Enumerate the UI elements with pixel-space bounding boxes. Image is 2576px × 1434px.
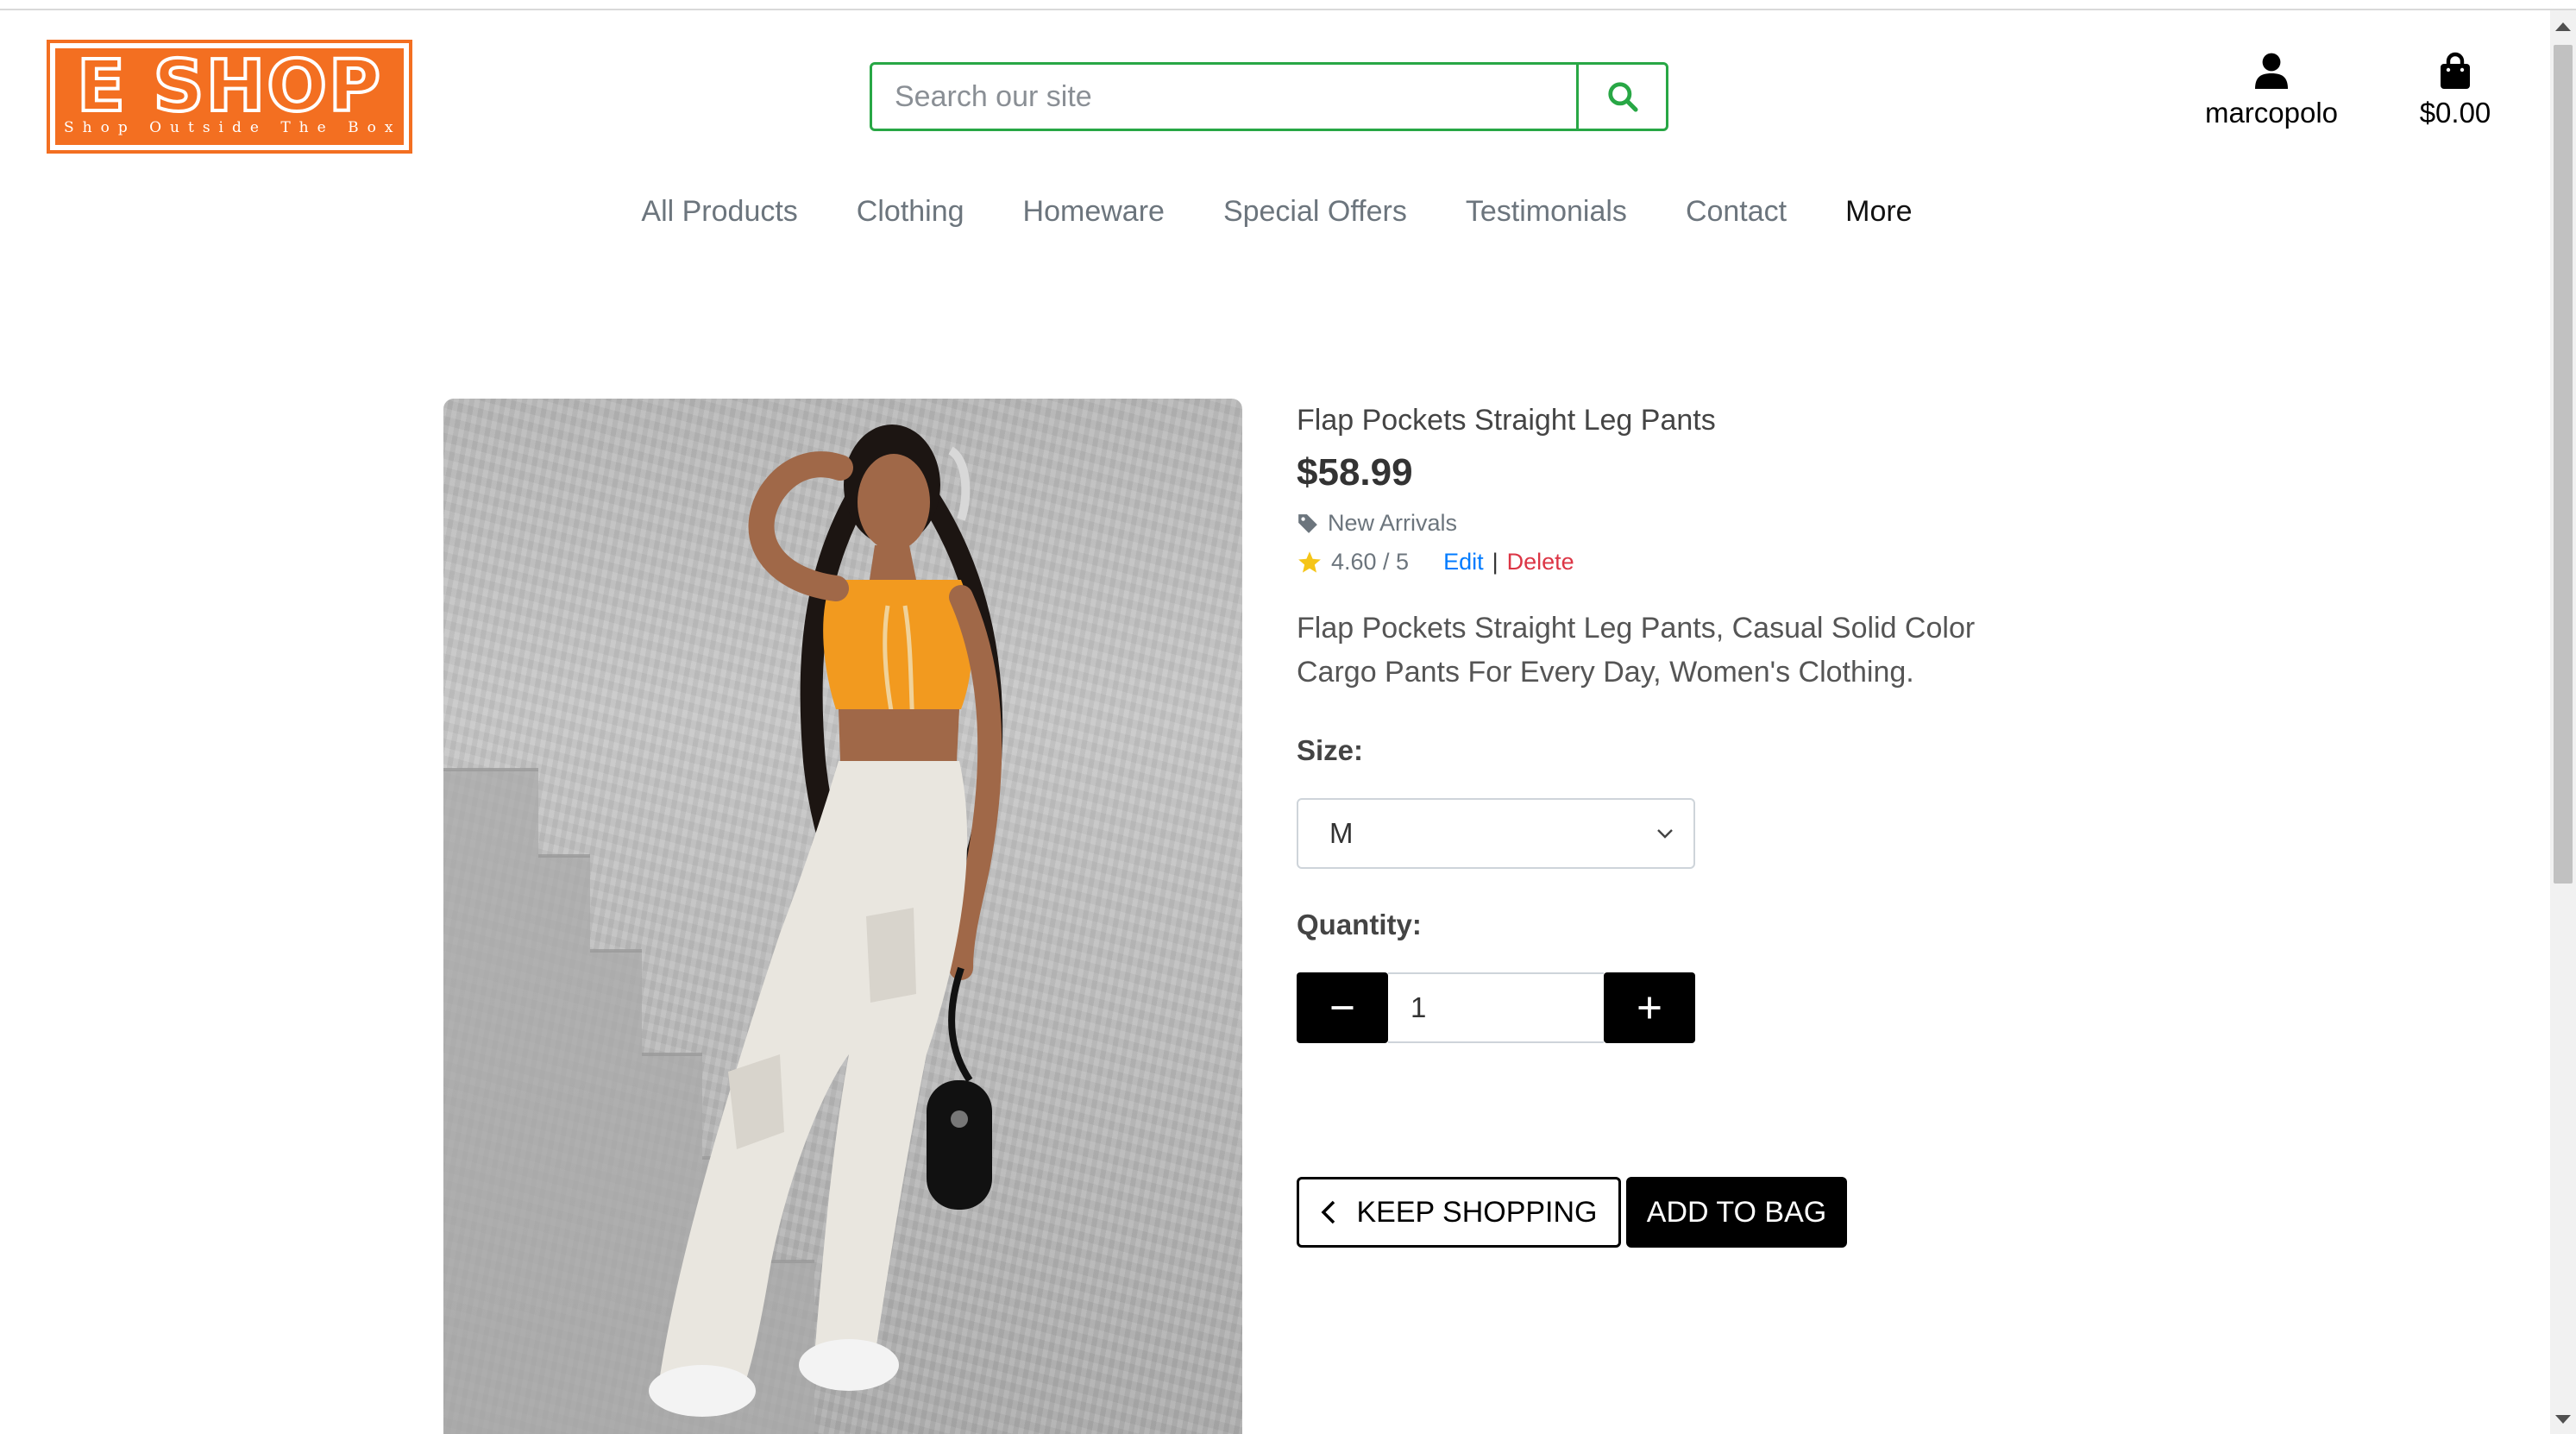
scroll-up-arrow-icon[interactable] (2555, 22, 2571, 31)
tag-icon (1298, 513, 1317, 533)
shopping-bag-icon (2441, 52, 2470, 89)
edit-product-link[interactable]: Edit (1443, 549, 1484, 575)
increment-quantity-button[interactable] (1604, 972, 1695, 1043)
product-description: Flap Pockets Straight Leg Pants, Casual … (1297, 612, 1976, 689)
product-photo-illustration (443, 425, 1003, 1434)
account-username: marcopolo (2204, 97, 2339, 129)
product-actions: KEEP SHOPPING ADD TO BAG (1297, 1177, 1847, 1248)
my-account-link[interactable]: marcopolo (2191, 52, 2352, 129)
admin-link-separator: | (1492, 549, 1498, 575)
logo-background: E SHOP Shop Outside The Box (55, 48, 404, 145)
bag-total: $0.00 (2419, 97, 2491, 129)
nav-clothing[interactable]: Clothing (827, 195, 994, 229)
product-category-label: New Arrivals (1328, 510, 1458, 536)
plus-icon (1638, 997, 1661, 1019)
search-input[interactable] (872, 65, 1576, 129)
shopping-bag-link[interactable]: $0.00 (2403, 52, 2507, 129)
nav-testimonials[interactable]: Testimonials (1436, 195, 1656, 229)
product-details: Flap Pockets Straight Leg Pants $58.99 N… (1297, 399, 2073, 1043)
nav-all-products[interactable]: All Products (612, 195, 826, 229)
nav-special-offers[interactable]: Special Offers (1194, 195, 1436, 229)
search-icon (1607, 82, 1638, 112)
nav-more[interactable]: More (1816, 195, 1941, 229)
chevron-left-icon (1322, 1200, 1335, 1224)
nav-homeware[interactable]: Homeware (994, 195, 1194, 229)
logo-tagline: Shop Outside The Box (64, 119, 395, 136)
product-rating-row: 4.60 / 5 Edit | Delete (1297, 549, 2073, 575)
size-select[interactable]: M (1297, 798, 1695, 869)
eshop-logo[interactable]: E SHOP Shop Outside The Box (47, 40, 412, 154)
product-category[interactable]: New Arrivals (1297, 510, 2073, 537)
quantity-input[interactable] (1388, 972, 1604, 1043)
quantity-label: Quantity: (1297, 909, 1422, 940)
product-name: Flap Pockets Straight Leg Pants (1297, 404, 1716, 437)
keep-shopping-label: KEEP SHOPPING (1356, 1195, 1598, 1229)
browser-top-edge (0, 0, 2576, 10)
scrollbar-thumb[interactable] (2554, 45, 2573, 884)
keep-shopping-button[interactable]: KEEP SHOPPING (1297, 1177, 1621, 1248)
logo-title: E SHOP (75, 46, 383, 128)
product-rating: 4.60 / 5 (1331, 549, 1410, 575)
quantity-stepper (1297, 972, 1695, 1043)
delete-product-link[interactable]: Delete (1507, 549, 1574, 575)
decrement-quantity-button[interactable] (1297, 972, 1388, 1043)
size-label: Size: (1297, 734, 1364, 766)
chevron-down-icon (1657, 829, 1673, 839)
product-price: $58.99 (1297, 451, 1413, 494)
nav-contact[interactable]: Contact (1656, 195, 1816, 229)
minus-icon (1331, 1006, 1354, 1009)
user-icon (2255, 53, 2288, 89)
main-nav: All Products Clothing Homeware Special O… (0, 195, 2554, 229)
search-button[interactable] (1576, 65, 1666, 129)
add-to-bag-button[interactable]: ADD TO BAG (1626, 1177, 1847, 1248)
size-selected-value: M (1329, 817, 1354, 849)
search-form (870, 62, 1668, 131)
star-icon (1298, 550, 1321, 573)
scroll-down-arrow-icon[interactable] (2555, 1415, 2571, 1424)
product-image (443, 399, 1242, 1434)
